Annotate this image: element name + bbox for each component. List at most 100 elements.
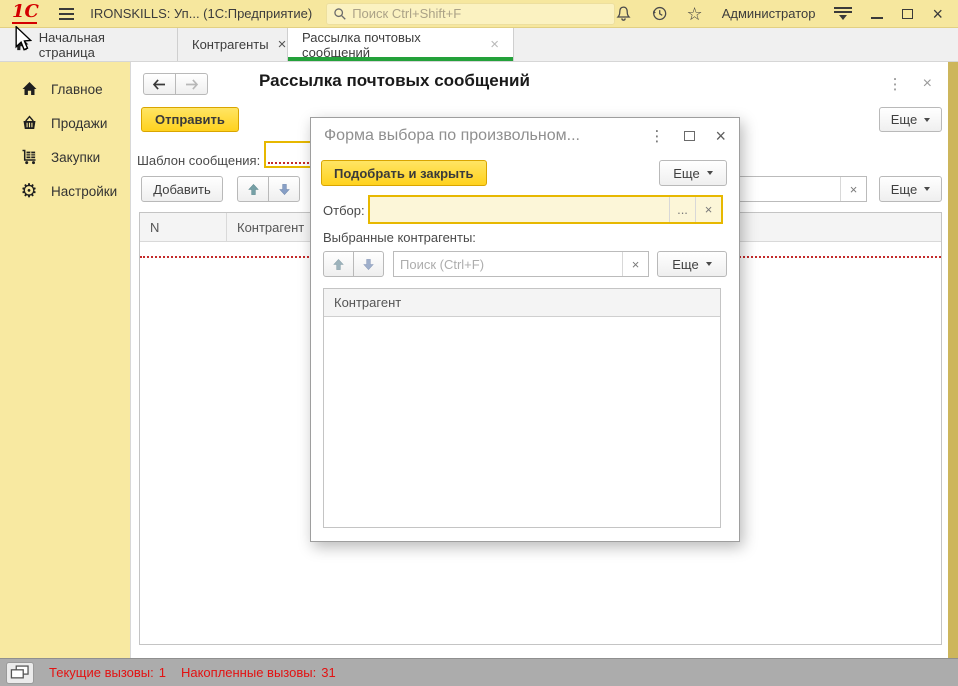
tab-label: Начальная страница bbox=[39, 30, 163, 60]
dialog-titlebar[interactable]: Форма выбора по произвольном... ⋮ × bbox=[311, 118, 739, 154]
app-title: IRONSKILLS: Уп... (1С:Предприятие) bbox=[90, 6, 312, 21]
1c-logo-icon: 1С bbox=[12, 3, 39, 24]
more-menu-dots-icon[interactable]: ⋮ bbox=[888, 75, 903, 93]
dialog-more-button-list[interactable]: Еще bbox=[657, 251, 727, 277]
history-icon[interactable] bbox=[651, 5, 668, 22]
sidebar-item-label: Продажи bbox=[51, 116, 107, 131]
move-up-button[interactable] bbox=[237, 176, 269, 202]
dialog-title: Форма выбора по произвольном... bbox=[324, 127, 649, 145]
accumulated-calls-value: 31 bbox=[321, 665, 335, 680]
server-calls-icon bbox=[10, 665, 30, 680]
statusbar: Текущие вызовы: 1 Накопленные вызовы: 31 bbox=[0, 658, 958, 686]
titlebar-actions: ☆ Администратор × bbox=[615, 5, 943, 23]
dialog-maximize-button[interactable] bbox=[684, 131, 695, 141]
filter-label: Отбор: bbox=[323, 196, 365, 224]
selected-kontragenty-label: Выбранные контрагенты: bbox=[323, 230, 476, 245]
gear-icon: ⚙ bbox=[20, 182, 37, 201]
tab-close-icon[interactable]: × bbox=[278, 36, 287, 53]
home-icon bbox=[14, 37, 30, 52]
tab-label: Контрагенты bbox=[192, 37, 269, 52]
form-menu: ⋮ × bbox=[888, 75, 932, 93]
dialog-more-button-top[interactable]: Еще bbox=[659, 160, 727, 186]
arrow-up-icon bbox=[247, 183, 260, 196]
app-window: 1С IRONSKILLS: Уп... (1С:Предприятие) ☆ … bbox=[0, 0, 958, 686]
selection-dialog: Форма выбора по произвольном... ⋮ × Подо… bbox=[310, 117, 740, 542]
more-button-form[interactable]: Еще bbox=[879, 107, 942, 132]
tab-rassylka[interactable]: Рассылка почтовых сообщений × bbox=[288, 28, 514, 61]
sidebar-item-label: Главное bbox=[51, 82, 103, 97]
window-minimize-button[interactable] bbox=[871, 17, 883, 19]
sidebar-item-label: Настройки bbox=[51, 184, 117, 199]
clear-search-icon[interactable]: × bbox=[622, 252, 648, 276]
forward-button[interactable] bbox=[175, 73, 208, 95]
dialog-menu-dots-icon[interactable]: ⋮ bbox=[649, 127, 664, 145]
tab-home[interactable]: Начальная страница bbox=[0, 28, 178, 61]
notifications-bell-icon[interactable] bbox=[615, 5, 632, 22]
search-icon bbox=[333, 7, 347, 21]
tabbar: Начальная страница Контрагенты × Рассылк… bbox=[0, 28, 958, 62]
selected-kontragenty-table[interactable]: Контрагент bbox=[323, 288, 721, 528]
sidebar-item-glavnoe[interactable]: Главное bbox=[0, 72, 130, 106]
current-calls-value: 1 bbox=[159, 665, 166, 680]
move-down-button[interactable] bbox=[268, 176, 300, 202]
chevron-down-icon bbox=[707, 171, 713, 175]
nav-history-buttons bbox=[143, 73, 208, 95]
global-search-box[interactable] bbox=[326, 3, 614, 25]
dialog-window-controls: ⋮ × bbox=[649, 127, 726, 145]
titlebar: 1С IRONSKILLS: Уп... (1С:Предприятие) ☆ … bbox=[0, 0, 958, 28]
add-button[interactable]: Добавить bbox=[141, 176, 223, 202]
sidebar: Главное Продажи Закупки ⚙ Настройки bbox=[0, 62, 130, 658]
column-header-kontragent[interactable]: Контрагент bbox=[324, 289, 720, 317]
arrow-down-icon bbox=[278, 183, 291, 196]
accumulated-calls-label: Накопленные вызовы: bbox=[181, 665, 316, 680]
arrow-up-icon bbox=[332, 258, 345, 271]
sidebar-item-prodazhi[interactable]: Продажи bbox=[0, 106, 130, 140]
tab-close-icon[interactable]: × bbox=[490, 36, 499, 53]
arrow-right-icon bbox=[184, 79, 199, 90]
filter-value[interactable] bbox=[370, 197, 669, 222]
current-calls-label: Текущие вызовы: bbox=[49, 665, 154, 680]
current-user[interactable]: Администратор bbox=[722, 6, 816, 21]
send-button[interactable]: Отправить bbox=[141, 107, 239, 132]
system-menu-icon[interactable] bbox=[834, 7, 852, 20]
form-close-icon[interactable]: × bbox=[923, 75, 932, 93]
sidebar-item-nastroyki[interactable]: ⚙ Настройки bbox=[0, 174, 130, 208]
column-header-n[interactable]: N bbox=[140, 213, 227, 241]
global-search-input[interactable] bbox=[352, 6, 607, 21]
favorites-star-icon[interactable]: ☆ bbox=[687, 5, 703, 23]
move-up-button[interactable] bbox=[323, 251, 354, 277]
dialog-search-input[interactable] bbox=[394, 252, 622, 276]
window-maximize-button[interactable] bbox=[902, 9, 913, 19]
move-down-button[interactable] bbox=[353, 251, 384, 277]
choose-filter-button[interactable]: ... bbox=[669, 197, 695, 222]
dialog-search-box[interactable]: × bbox=[393, 251, 649, 277]
basket-icon bbox=[21, 115, 38, 131]
cart-icon bbox=[21, 149, 38, 165]
main-menu-icon[interactable] bbox=[59, 8, 74, 20]
tab-label: Рассылка почтовых сообщений bbox=[302, 30, 481, 60]
clear-search-icon[interactable]: × bbox=[840, 177, 866, 201]
back-button[interactable] bbox=[143, 73, 176, 95]
pick-and-close-button[interactable]: Подобрать и закрыть bbox=[321, 160, 487, 186]
more-button-table[interactable]: Еще bbox=[879, 176, 942, 202]
clear-filter-icon[interactable]: × bbox=[695, 197, 721, 222]
page-title: Рассылка почтовых сообщений bbox=[259, 71, 530, 91]
home-icon bbox=[21, 81, 38, 97]
chevron-down-icon bbox=[706, 262, 712, 266]
window-close-button[interactable]: × bbox=[932, 5, 943, 23]
chevron-down-icon bbox=[924, 118, 930, 122]
current-calls: Текущие вызовы: 1 bbox=[49, 665, 166, 680]
arrow-down-icon bbox=[362, 258, 375, 271]
window-right-edge bbox=[948, 62, 958, 658]
accumulated-calls: Накопленные вызовы: 31 bbox=[181, 665, 336, 680]
tab-kontragenty[interactable]: Контрагенты × bbox=[178, 28, 288, 61]
template-label: Шаблон сообщения: bbox=[137, 148, 260, 172]
move-row-buttons bbox=[237, 176, 300, 202]
dialog-close-button[interactable]: × bbox=[715, 127, 726, 145]
dialog-move-row-buttons bbox=[323, 251, 384, 277]
sidebar-item-zakupki[interactable]: Закупки bbox=[0, 140, 130, 174]
filter-field[interactable]: ... × bbox=[368, 195, 723, 224]
arrow-left-icon bbox=[152, 79, 167, 90]
sidebar-item-label: Закупки bbox=[51, 150, 100, 165]
server-calls-button[interactable] bbox=[6, 662, 34, 684]
